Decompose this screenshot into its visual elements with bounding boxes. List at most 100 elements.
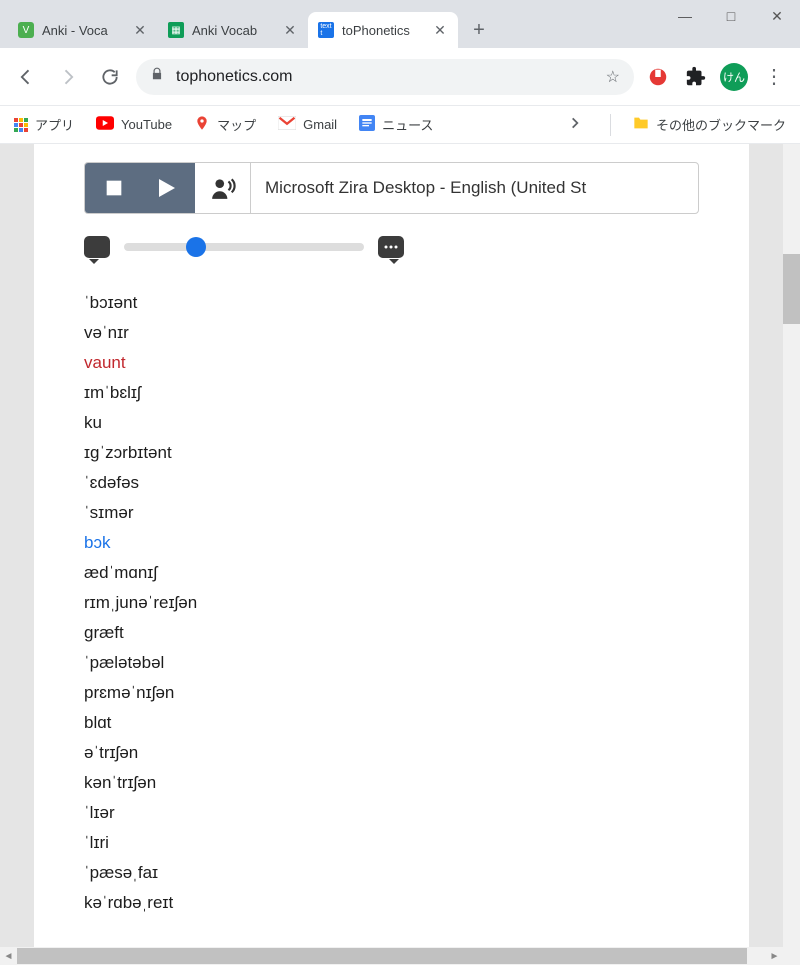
player-controls xyxy=(85,163,195,213)
phonetic-word[interactable]: ku xyxy=(84,408,699,438)
speak-button[interactable] xyxy=(195,163,251,213)
phonetic-word[interactable]: ˈlɪri xyxy=(84,828,699,858)
phonetic-word[interactable]: græft xyxy=(84,618,699,648)
scroll-corner xyxy=(783,947,800,965)
browser-toolbar: tophonetics.com ☆ けん ⋮ xyxy=(0,48,800,106)
speed-slider-row xyxy=(84,236,699,258)
phonetic-word[interactable]: əˈtrɪʃən xyxy=(84,738,699,768)
gmail-icon xyxy=(278,116,296,133)
back-button[interactable] xyxy=(10,61,42,93)
extension-icon-1[interactable] xyxy=(644,63,672,91)
phonetic-word[interactable]: vaunt xyxy=(84,348,699,378)
phonetic-word[interactable]: blɑt xyxy=(84,708,699,738)
stop-icon xyxy=(103,177,125,199)
phonetic-word[interactable]: ˈbɔɪənt xyxy=(84,288,699,318)
tab-title: Anki Vocab xyxy=(192,23,274,38)
bookmarks-overflow-button[interactable] xyxy=(562,116,588,133)
star-icon[interactable]: ☆ xyxy=(606,67,620,87)
page-gutter xyxy=(0,144,34,947)
phonetic-word[interactable]: ɪmˈbɛlɪʃ xyxy=(84,378,699,408)
arrow-right-icon xyxy=(58,67,78,87)
browser-menu-button[interactable]: ⋮ xyxy=(758,61,790,93)
window-maximize-button[interactable]: □ xyxy=(708,0,754,32)
bookmark-label: マップ xyxy=(217,115,256,134)
phonetic-word[interactable]: vəˈnɪr xyxy=(84,318,699,348)
fast-indicator-icon xyxy=(378,236,404,258)
phonetic-word[interactable]: ˈsɪmər xyxy=(84,498,699,528)
arrow-left-icon xyxy=(16,67,36,87)
bookmark-apps[interactable]: アプリ xyxy=(14,115,74,134)
scrollbar-thumb[interactable] xyxy=(17,948,747,964)
folder-icon xyxy=(633,116,649,133)
voice-select[interactable]: Microsoft Zira Desktop - English (United… xyxy=(251,163,698,213)
tab-title: toPhonetics xyxy=(342,23,424,38)
tab-sheets[interactable]: ▦ Anki Vocab ✕ xyxy=(158,12,308,48)
tab-title: Anki - Voca xyxy=(42,23,124,38)
profile-avatar[interactable]: けん xyxy=(720,63,748,91)
lock-icon xyxy=(150,67,164,86)
scrollbar-track[interactable] xyxy=(17,947,766,965)
phonetic-word[interactable]: ædˈmɑnɪʃ xyxy=(84,558,699,588)
bookmark-label: YouTube xyxy=(121,117,172,132)
phonetic-word[interactable]: bɔk xyxy=(84,528,699,558)
play-button[interactable] xyxy=(153,176,177,200)
bookmark-label: その他のブックマーク xyxy=(656,115,786,134)
phonetic-word[interactable]: ˈpæsəˌfaɪ xyxy=(84,858,699,888)
phonetic-word[interactable]: kənˈtrɪʃən xyxy=(84,768,699,798)
chevron-right-icon xyxy=(568,116,582,130)
tab-anki[interactable]: V Anki - Voca ✕ xyxy=(8,12,158,48)
close-icon[interactable]: ✕ xyxy=(432,22,448,38)
window-minimize-button[interactable]: — xyxy=(662,0,708,32)
youtube-icon xyxy=(96,116,114,133)
horizontal-scrollbar[interactable]: ◄ ► xyxy=(0,947,783,965)
bookmark-gmail[interactable]: Gmail xyxy=(278,116,337,133)
page-viewport: Microsoft Zira Desktop - English (United… xyxy=(0,144,800,947)
phonetic-word[interactable]: ˈɛdəfəs xyxy=(84,468,699,498)
news-icon xyxy=(359,115,375,134)
apps-grid-icon xyxy=(14,118,28,132)
scroll-left-arrow[interactable]: ◄ xyxy=(0,948,17,965)
phonetics-list: ˈbɔɪəntvəˈnɪrvauntɪmˈbɛlɪʃkuɪgˈzɔrbɪtənt… xyxy=(84,288,699,918)
phonetic-word[interactable]: ˈpælətəbəl xyxy=(84,648,699,678)
close-icon[interactable]: ✕ xyxy=(132,22,148,38)
address-bar[interactable]: tophonetics.com ☆ xyxy=(136,59,634,95)
bookmark-other[interactable]: その他のブックマーク xyxy=(633,115,786,134)
bookmark-maps[interactable]: マップ xyxy=(194,115,256,134)
window-close-button[interactable]: ✕ xyxy=(754,0,800,32)
divider xyxy=(610,114,611,136)
window-controls: — □ ✕ xyxy=(662,0,800,32)
page-content: Microsoft Zira Desktop - English (United… xyxy=(34,144,749,947)
scroll-right-arrow[interactable]: ► xyxy=(766,948,783,965)
new-tab-button[interactable]: + xyxy=(464,15,494,45)
vertical-scrollbar[interactable] xyxy=(783,144,800,947)
forward-button[interactable] xyxy=(52,61,84,93)
audio-player: Microsoft Zira Desktop - English (United… xyxy=(84,162,699,214)
close-icon[interactable]: ✕ xyxy=(282,22,298,38)
bookmark-news[interactable]: ニュース xyxy=(359,115,433,134)
maps-icon xyxy=(194,115,210,134)
speed-slider[interactable] xyxy=(124,243,364,251)
person-speaking-icon xyxy=(210,175,236,201)
favicon-tophonetics: textt xyxy=(318,22,334,38)
voice-label: Microsoft Zira Desktop - English (United… xyxy=(265,178,586,198)
phonetic-word[interactable]: prɛməˈnɪʃən xyxy=(84,678,699,708)
bookmark-label: ニュース xyxy=(382,115,433,134)
bookmark-label: アプリ xyxy=(35,115,74,134)
bookmark-youtube[interactable]: YouTube xyxy=(96,116,172,133)
phonetic-word[interactable]: ˈlɪər xyxy=(84,798,699,828)
extensions-puzzle-icon[interactable] xyxy=(682,63,710,91)
scrollbar-thumb[interactable] xyxy=(783,254,800,324)
slider-thumb[interactable] xyxy=(186,237,206,257)
tab-tophonetics[interactable]: textt toPhonetics ✕ xyxy=(308,12,458,48)
reload-button[interactable] xyxy=(94,61,126,93)
play-icon xyxy=(153,176,177,200)
page-gutter xyxy=(749,144,783,947)
phonetic-word[interactable]: rɪmˌjunəˈreɪʃən xyxy=(84,588,699,618)
phonetic-word[interactable]: kəˈrɑbəˌreɪt xyxy=(84,888,699,918)
reload-icon xyxy=(100,67,120,87)
stop-button[interactable] xyxy=(103,177,125,199)
url-text: tophonetics.com xyxy=(176,68,594,86)
phonetic-word[interactable]: ɪgˈzɔrbɪtənt xyxy=(84,438,699,468)
slow-indicator-icon xyxy=(84,236,110,258)
bookmark-label: Gmail xyxy=(303,117,337,132)
